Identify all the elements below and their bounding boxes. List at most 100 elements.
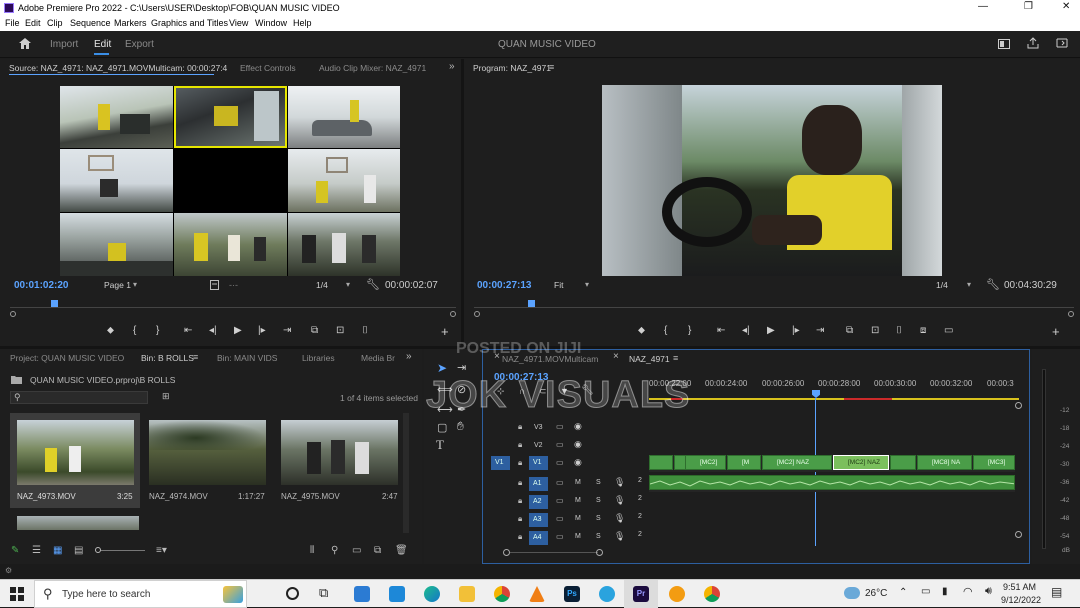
go-to-in-icon[interactable]: ⇤ <box>184 325 192 336</box>
timeline-timecode[interactable]: 00:00:27:13 <box>494 372 548 383</box>
taskbar-search-box[interactable]: ⚲ Type here to search <box>34 580 247 608</box>
volume-icon[interactable]: 🔊︎ <box>985 585 992 598</box>
workspace-edit[interactable]: Edit <box>94 39 111 50</box>
v1-track-lane[interactable]: [MC2] [M [MC2] NAZ [MC2] NAZ [MC8] NA [M… <box>649 455 1015 472</box>
timeline-clip[interactable]: [MC2] NAZ <box>762 455 832 470</box>
track-target-v1[interactable]: V1 <box>529 456 548 470</box>
menu-sequence[interactable]: Sequence <box>70 18 111 28</box>
minimize-button[interactable]: — <box>978 1 988 12</box>
lock-icon[interactable]: 🔒︎ <box>518 514 522 524</box>
timeline-clip[interactable]: [MC3] <box>973 455 1015 470</box>
page-selector[interactable]: Page 1 <box>104 280 131 290</box>
program-button-editor-icon[interactable]: + <box>1052 324 1060 339</box>
close-button[interactable]: ✕ <box>1062 1 1070 12</box>
mute-button[interactable]: M <box>575 515 581 522</box>
resolution-dropdown-icon[interactable]: ▾ <box>346 280 350 289</box>
h-zoom-handle-left[interactable] <box>503 549 510 556</box>
h-zoom-bar[interactable] <box>510 552 598 553</box>
program-mark-in-icon[interactable]: { <box>664 325 667 336</box>
cortana-icon[interactable] <box>286 587 299 600</box>
mute-button[interactable]: M <box>575 533 581 540</box>
item-thumbnail-3[interactable] <box>281 420 398 485</box>
track-target-a4[interactable]: A4 <box>529 531 548 545</box>
find-icon[interactable]: ⚲ <box>331 545 338 556</box>
pen-tool-icon[interactable]: ✒ <box>457 403 466 416</box>
item-thumbnail-4[interactable] <box>17 516 139 530</box>
task-view-icon[interactable]: ⧉ <box>319 585 328 601</box>
tab-project[interactable]: Project: QUAN MUSIC VIDEO <box>10 353 124 363</box>
automate-sequence-icon[interactable]: ⫴ <box>310 545 314 556</box>
sync-lock-icon[interactable]: ▭ <box>556 478 564 487</box>
timeline-clip-selected[interactable]: [MC2] NAZ <box>833 455 889 470</box>
program-step-forward-icon[interactable]: |▸ <box>792 325 800 336</box>
project-scrollbar[interactable] <box>403 413 409 533</box>
settings-doc-icon[interactable] <box>210 280 219 290</box>
trash-icon[interactable]: 🗑︎ <box>395 545 408 556</box>
lock-icon[interactable]: 🔒︎ <box>518 532 522 542</box>
app-icon[interactable] <box>669 586 685 602</box>
a1-track-lane[interactable] <box>649 475 1015 492</box>
solo-button[interactable]: S <box>596 533 601 540</box>
program-play-icon[interactable]: ▶ <box>767 325 775 336</box>
search-highlight-icon[interactable] <box>223 586 243 603</box>
source-playhead[interactable] <box>51 300 58 307</box>
camera-angle-7[interactable] <box>60 213 173 276</box>
timeline-clip[interactable]: [MC8] NA <box>917 455 972 470</box>
program-resolution[interactable]: 1/4 <box>936 280 948 290</box>
lock-icon[interactable]: 🔒︎ <box>518 440 522 450</box>
program-ruler[interactable] <box>474 307 1074 308</box>
item-thumbnail-1[interactable] <box>17 420 134 485</box>
type-tool-icon[interactable]: T <box>436 437 444 453</box>
program-go-to-in-icon[interactable]: ⇤ <box>717 325 725 336</box>
item-thumbnail-2[interactable] <box>149 420 266 485</box>
mark-in-icon[interactable]: { <box>133 325 136 336</box>
notifications-icon[interactable]: ▤ <box>1051 585 1062 599</box>
write-protect-icon[interactable]: ✎ <box>11 545 19 556</box>
expand-icon[interactable] <box>1056 38 1068 48</box>
mute-button[interactable]: M <box>575 497 581 504</box>
timeline-clip[interactable]: [MC2] <box>685 455 726 470</box>
tab-program[interactable]: Program: NAZ_4971 <box>473 63 551 73</box>
tab-libraries[interactable]: Libraries <box>302 353 335 363</box>
timeline-ruler[interactable]: 00:00:22:00 00:00:24:00 00:00:26:00 00:0… <box>649 373 1019 401</box>
workspace-import[interactable]: Import <box>50 39 78 50</box>
solo-button[interactable]: S <box>596 479 601 486</box>
overwrite-icon[interactable]: ⊡ <box>336 325 344 336</box>
mail-icon[interactable] <box>389 586 405 602</box>
weather-temp[interactable]: 26°C <box>865 588 887 599</box>
project-search-input[interactable]: ⚲ <box>10 391 148 404</box>
camera-angle-2-active[interactable] <box>174 86 287 148</box>
new-item-icon[interactable]: ⧉ <box>374 545 381 556</box>
tab-bin-b-rolls[interactable]: Bin: B ROLLS <box>141 353 194 363</box>
program-step-back-icon[interactable]: ◂| <box>742 325 750 336</box>
quick-export-icon[interactable] <box>998 39 1010 49</box>
razor-tool-icon[interactable]: ⊘ <box>457 383 466 396</box>
snap-icon[interactable]: ∩ <box>519 386 525 396</box>
menu-markers[interactable]: Markers <box>114 18 147 28</box>
insert-icon[interactable]: ⧉ <box>311 325 318 336</box>
program-timecode-current[interactable]: 00:00:27:13 <box>477 280 531 291</box>
sync-lock-icon[interactable]: ▭ <box>556 532 564 541</box>
store-icon[interactable] <box>354 586 370 602</box>
icon-view-icon[interactable]: ▦ <box>53 545 62 556</box>
timeline-menu-icon[interactable]: ≡ <box>673 353 678 363</box>
program-wrench-icon[interactable]: 🔧︎ <box>986 278 1000 291</box>
tab-effect-controls[interactable]: Effect Controls <box>240 63 296 73</box>
battery-icon[interactable]: ▮ <box>942 586 948 597</box>
zoom-level[interactable]: Fit <box>554 280 563 290</box>
microphone-icon[interactable]: 🎙︎ <box>614 531 625 542</box>
source-zoom-handle-left[interactable] <box>10 311 16 317</box>
timeline-clip[interactable]: [M <box>727 455 761 470</box>
freeform-view-icon[interactable]: ▤ <box>74 545 83 556</box>
menu-edit[interactable]: Edit <box>25 18 41 28</box>
camera-angle-6[interactable] <box>288 149 400 212</box>
tab-source[interactable]: Source: NAZ_4971: NAZ_4971.MOVMulticam: … <box>9 63 227 73</box>
slip-tool-icon[interactable]: ⟷ <box>437 403 453 416</box>
sync-lock-icon[interactable]: ▭ <box>556 422 564 431</box>
camera-angle-5-empty[interactable] <box>174 149 287 212</box>
workspace-export[interactable]: Export <box>125 39 154 50</box>
eye-icon[interactable]: ◉ <box>574 421 582 432</box>
eye-icon[interactable]: ◉ <box>574 457 582 468</box>
solo-button[interactable]: S <box>596 515 601 522</box>
program-export-frame-icon[interactable]: ⌷ <box>896 325 902 336</box>
